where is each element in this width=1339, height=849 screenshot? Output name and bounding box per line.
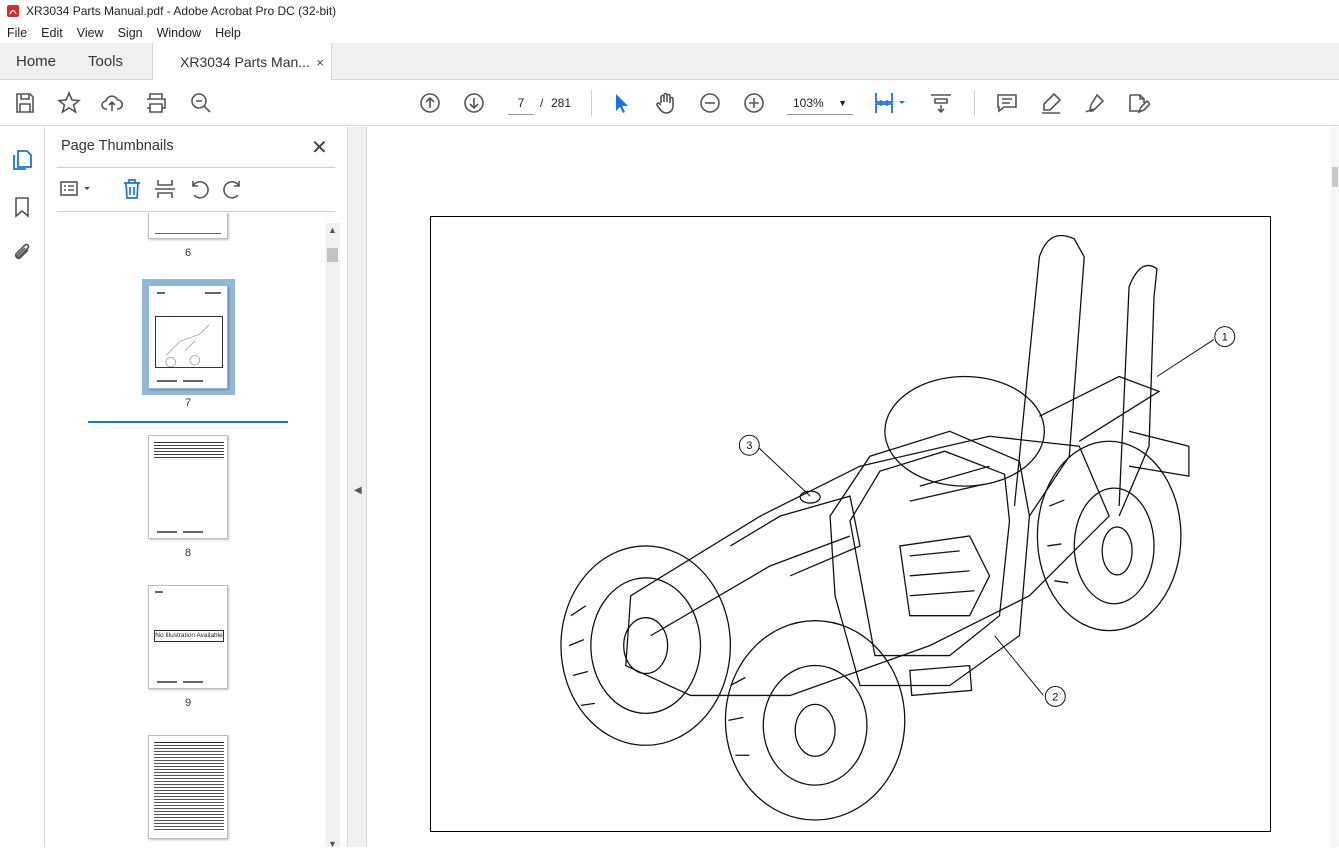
zoom-value: 103% [793, 96, 824, 110]
chevron-left-icon[interactable]: ◀ [354, 485, 362, 496]
insert-pages-icon[interactable] [153, 178, 177, 200]
scroll-down-icon[interactable]: ▼ [328, 839, 337, 849]
page-display-icon[interactable] [873, 91, 909, 115]
callout-1: 1 [1222, 332, 1228, 344]
attachment-paperclip-icon[interactable] [10, 241, 34, 265]
thumbnail-page-8[interactable] [148, 435, 228, 539]
acrobat-icon [7, 5, 19, 17]
menu-view[interactable]: View [70, 26, 111, 40]
star-icon[interactable] [56, 90, 82, 115]
hand-tool-icon[interactable] [654, 91, 678, 115]
tab-home[interactable]: Home [16, 43, 56, 80]
title-bar: XR3034 Parts Manual.pdf - Adobe Acrobat … [0, 0, 1339, 22]
draw-signature-icon[interactable] [1083, 91, 1107, 115]
fill-sign-icon[interactable] [1126, 91, 1152, 115]
panel-divider-2 [57, 211, 335, 212]
panel-divider [57, 167, 335, 168]
thumbnail-label: 8 [184, 547, 192, 559]
select-cursor-icon[interactable] [609, 91, 633, 115]
page-thumbnails-icon[interactable] [10, 148, 34, 172]
document-scrollbar[interactable] [1331, 127, 1339, 847]
thumbnail-options-icon[interactable] [59, 178, 95, 200]
telehandler-drawing: 1 2 3 [560, 234, 1236, 821]
toolbar-divider-2 [974, 90, 975, 116]
rotate-left-icon[interactable] [187, 178, 211, 200]
scroll-mode-icon[interactable] [929, 91, 953, 115]
zoom-select[interactable]: 103% ▼ [787, 91, 853, 115]
menu-window[interactable]: Window [150, 26, 208, 40]
document-scrollbar-thumb[interactable] [1332, 167, 1338, 187]
close-tab-icon[interactable]: × [316, 55, 324, 70]
search-zoom-icon[interactable] [189, 91, 213, 115]
tab-document-label: XR3034 Parts Man... [180, 54, 310, 70]
thumbnail-scrollbar[interactable]: ▲ ▼ [325, 223, 340, 849]
document-viewer[interactable]: 1 2 3 [367, 127, 1339, 847]
delete-trash-icon[interactable] [120, 178, 144, 200]
next-page-icon[interactable] [462, 91, 486, 115]
comment-icon[interactable] [995, 91, 1019, 115]
thumbnail-label-selected: 7 [184, 397, 192, 409]
menu-help[interactable]: Help [208, 26, 248, 40]
window-title: XR3034 Parts Manual.pdf - Adobe Acrobat … [26, 4, 337, 18]
menu-sign[interactable]: Sign [111, 26, 150, 40]
highlight-pen-icon[interactable] [1039, 91, 1063, 115]
print-icon[interactable] [144, 91, 168, 115]
menu-edit[interactable]: Edit [34, 26, 70, 40]
zoom-out-icon[interactable] [698, 91, 722, 115]
zoom-in-icon[interactable] [742, 91, 766, 115]
thumbnail-page-10[interactable] [148, 735, 228, 839]
toolbar-divider [591, 90, 592, 116]
thumbnail-label: 6 [184, 247, 192, 259]
page-illustration-frame: 1 2 3 [430, 216, 1271, 832]
close-panel-icon[interactable]: ✕ [311, 135, 328, 160]
tab-bar: Home Tools XR3034 Parts Man... × [0, 43, 1339, 81]
page-number-input[interactable]: 7 [508, 91, 534, 115]
thumbnail-label: 9 [184, 697, 192, 709]
thumbnails-panel: Page Thumbnails ✕ 6 7 8 No Illustration … [45, 127, 348, 849]
menu-file[interactable]: File [0, 26, 34, 40]
callout-2: 2 [1052, 691, 1058, 703]
upload-cloud-icon[interactable] [100, 91, 124, 115]
thumbnail-page-7[interactable] [148, 285, 228, 389]
page-separator: / [540, 96, 544, 110]
panel-collapse-handle[interactable]: ◀ [348, 127, 367, 847]
chevron-down-icon: ▼ [838, 98, 847, 108]
save-icon[interactable] [13, 91, 37, 115]
callout-3: 3 [746, 440, 752, 452]
previous-page-icon[interactable] [418, 91, 442, 115]
panel-title: Page Thumbnails [61, 138, 174, 154]
no-illustration-text: No Illustration Available [154, 630, 224, 642]
navigation-rail [0, 127, 45, 847]
bookmark-icon[interactable] [10, 195, 34, 219]
thumbnail-list: 6 7 8 No Illustration Available 9 [45, 213, 325, 847]
menu-bar: File Edit View Sign Window Help [0, 22, 1339, 43]
drop-indicator-line [88, 421, 288, 423]
thumbnail-page-9[interactable]: No Illustration Available [148, 585, 228, 689]
page-count: 281 [551, 96, 572, 110]
scrollbar-thumb[interactable] [327, 248, 338, 262]
scroll-up-icon[interactable]: ▲ [328, 225, 337, 235]
thumbnail-page-6[interactable] [148, 213, 228, 239]
rotate-right-icon[interactable] [221, 178, 245, 200]
tab-document[interactable]: XR3034 Parts Man... × [152, 43, 332, 81]
tab-tools[interactable]: Tools [88, 43, 123, 80]
